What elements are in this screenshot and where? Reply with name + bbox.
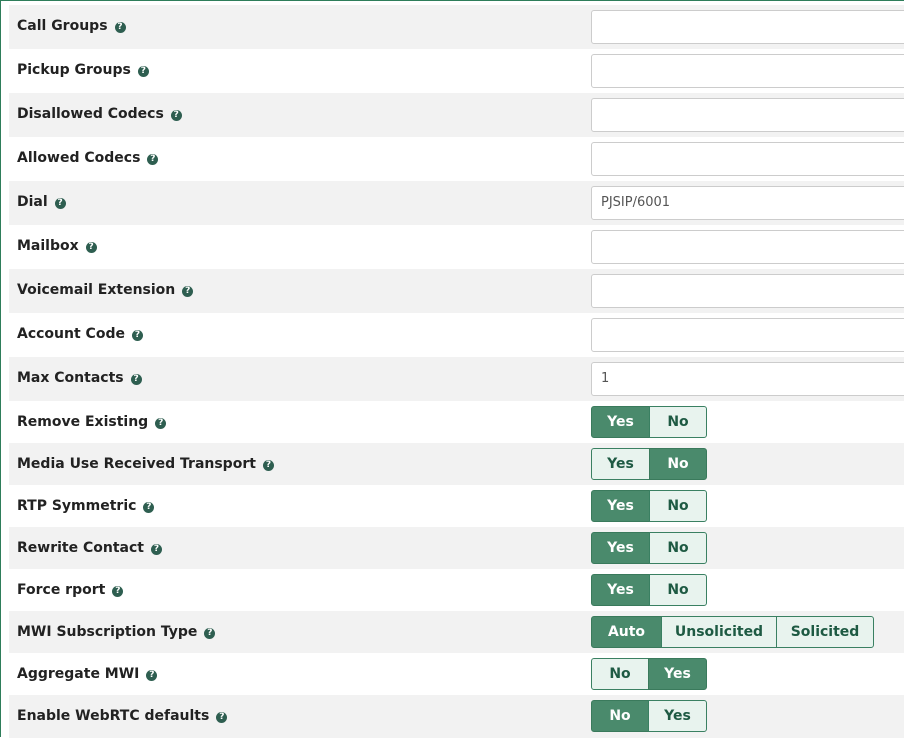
help-icon[interactable]: ? (85, 242, 97, 253)
help-icon[interactable]: ? (170, 110, 182, 121)
row-force-rport: Force rport? Yes No (9, 569, 904, 611)
help-icon[interactable]: ? (131, 330, 143, 341)
field-label: Aggregate MWI? (17, 666, 158, 682)
row-enable-webrtc-defaults: Enable WebRTC defaults? No Yes (9, 695, 904, 738)
force-rport-toggle: Yes No (591, 574, 707, 606)
voicemail-extension-input[interactable] (591, 274, 904, 308)
row-voicemail-extension: Voicemail Extension? (9, 269, 904, 313)
remove-existing-option-yes[interactable]: Yes (591, 406, 650, 438)
field-label: Dial? (17, 194, 66, 210)
field-label: Pickup Groups? (17, 62, 149, 78)
row-media-use-received-transport: Media Use Received Transport? Yes No (9, 443, 904, 485)
field-label: RTP Symmetric? (17, 498, 155, 514)
account-code-input[interactable] (591, 318, 904, 352)
aggregate-mwi-option-no[interactable]: No (591, 658, 649, 690)
field-label: Account Code? (17, 326, 143, 342)
row-call-groups: Call Groups? (9, 5, 904, 49)
enable-webrtc-defaults-option-no[interactable]: No (591, 700, 649, 732)
field-label: Rewrite Contact? (17, 540, 162, 556)
row-disallowed-codecs: Disallowed Codecs? (9, 93, 904, 137)
field-label: Force rport? (17, 582, 124, 598)
aggregate-mwi-option-yes[interactable]: Yes (648, 658, 707, 690)
field-label: Mailbox? (17, 238, 97, 254)
rewrite-contact-toggle: Yes No (591, 532, 707, 564)
rtp-symmetric-option-yes[interactable]: Yes (591, 490, 650, 522)
help-icon[interactable]: ? (112, 586, 124, 597)
row-mwi-subscription-type: MWI Subscription Type? Auto Unsolicited … (9, 611, 904, 653)
mwi-subscription-type-option-unsolicited[interactable]: Unsolicited (661, 616, 777, 648)
row-max-contacts: Max Contacts? 1 (9, 357, 904, 401)
settings-form: Call Groups? Pickup Groups? Disallowed C… (0, 0, 904, 738)
field-label: Call Groups? (17, 18, 126, 34)
field-label: Media Use Received Transport? (17, 456, 274, 472)
media-use-received-transport-option-no[interactable]: No (649, 448, 707, 480)
help-icon[interactable]: ? (147, 154, 159, 165)
rtp-symmetric-toggle: Yes No (591, 490, 707, 522)
row-mailbox: Mailbox? (9, 225, 904, 269)
force-rport-option-yes[interactable]: Yes (591, 574, 650, 606)
row-rewrite-contact: Rewrite Contact? Yes No (9, 527, 904, 569)
help-icon[interactable]: ? (155, 418, 167, 429)
help-icon[interactable]: ? (130, 374, 142, 385)
help-icon[interactable]: ? (182, 286, 194, 297)
help-icon[interactable]: ? (262, 460, 274, 471)
row-remove-existing: Remove Existing? Yes No (9, 401, 904, 443)
help-icon[interactable]: ? (216, 712, 228, 723)
disallowed-codecs-input[interactable] (591, 98, 904, 132)
row-dial: Dial? PJSIP/6001 (9, 181, 904, 225)
row-aggregate-mwi: Aggregate MWI? No Yes (9, 653, 904, 695)
call-groups-input[interactable] (591, 10, 904, 44)
field-label: Enable WebRTC defaults? (17, 708, 228, 724)
media-use-received-transport-toggle: Yes No (591, 448, 707, 480)
pickup-groups-input[interactable] (591, 54, 904, 88)
mailbox-input[interactable] (591, 230, 904, 264)
max-contacts-input[interactable]: 1 (591, 362, 904, 396)
help-icon[interactable]: ? (143, 502, 155, 513)
enable-webrtc-defaults-toggle: No Yes (591, 700, 707, 732)
help-icon[interactable]: ? (114, 22, 126, 33)
field-label: Remove Existing? (17, 414, 167, 430)
force-rport-option-no[interactable]: No (649, 574, 707, 606)
row-rtp-symmetric: RTP Symmetric? Yes No (9, 485, 904, 527)
rewrite-contact-option-yes[interactable]: Yes (591, 532, 650, 564)
mwi-subscription-type-option-solicited[interactable]: Solicited (776, 616, 874, 648)
help-icon[interactable]: ? (137, 66, 149, 77)
field-label: Max Contacts? (17, 370, 142, 386)
field-label: MWI Subscription Type? (17, 624, 216, 640)
media-use-received-transport-option-yes[interactable]: Yes (591, 448, 650, 480)
remove-existing-option-no[interactable]: No (649, 406, 707, 438)
row-allowed-codecs: Allowed Codecs? (9, 137, 904, 181)
allowed-codecs-input[interactable] (591, 142, 904, 176)
rtp-symmetric-option-no[interactable]: No (649, 490, 707, 522)
field-label: Voicemail Extension? (17, 282, 194, 298)
rewrite-contact-option-no[interactable]: No (649, 532, 707, 564)
mwi-subscription-type-toggle: Auto Unsolicited Solicited (591, 616, 874, 648)
help-icon[interactable]: ? (204, 628, 216, 639)
row-pickup-groups: Pickup Groups? (9, 49, 904, 93)
help-icon[interactable]: ? (146, 670, 158, 681)
field-label: Disallowed Codecs? (17, 106, 182, 122)
row-account-code: Account Code? (9, 313, 904, 357)
dial-input[interactable]: PJSIP/6001 (591, 186, 904, 220)
field-label: Allowed Codecs? (17, 150, 159, 166)
enable-webrtc-defaults-option-yes[interactable]: Yes (648, 700, 707, 732)
remove-existing-toggle: Yes No (591, 406, 707, 438)
help-icon[interactable]: ? (54, 198, 66, 209)
aggregate-mwi-toggle: No Yes (591, 658, 707, 690)
help-icon[interactable]: ? (150, 544, 162, 555)
mwi-subscription-type-option-auto[interactable]: Auto (591, 616, 662, 648)
